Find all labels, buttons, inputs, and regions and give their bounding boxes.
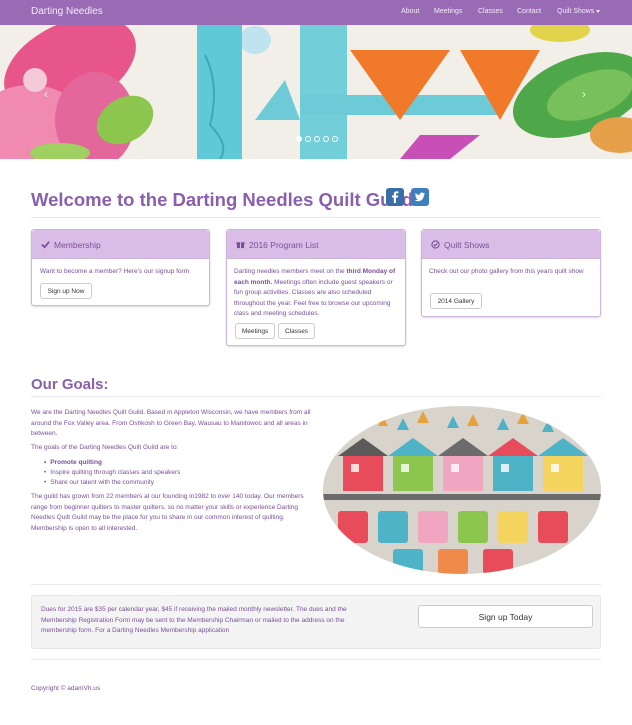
carousel-indicator[interactable] — [305, 136, 311, 142]
gallery-2014-button[interactable]: 2014 Gallery — [430, 293, 482, 309]
program-panel: 2016 Program List Darting needles member… — [226, 229, 406, 346]
membership-panel: Membership Want to become a member? Here… — [31, 229, 210, 306]
page-title: Welcome to the Darting Needles Quilt Gui… — [31, 189, 414, 210]
twitter-icon[interactable] — [411, 188, 429, 206]
panel-body-text: Check out our photo gallery from this ye… — [429, 268, 584, 275]
goals-heading: Our Goals: — [31, 376, 109, 393]
check-icon — [41, 241, 50, 249]
panel-heading: Quilt Shows — [422, 230, 600, 259]
dues-well: Dues for 2015 are $35 per calendar year,… — [31, 595, 601, 649]
classes-button[interactable]: Classes — [278, 323, 315, 339]
carousel-next-icon[interactable]: › — [582, 87, 586, 101]
goals-growth-text: The guild has grown from 22 members at o… — [31, 493, 304, 532]
divider — [31, 584, 601, 585]
panel-heading: Membership — [32, 230, 209, 259]
goals-list-intro: The goals of the Darting Needles Quilt G… — [31, 444, 179, 451]
houses-quilt-image — [323, 406, 601, 574]
nav-link-about[interactable]: About — [401, 8, 419, 15]
nav-dropdown-quilt-shows[interactable]: Quilt Shows — [557, 8, 601, 15]
dues-text: Dues for 2015 are $35 per calendar year,… — [41, 606, 347, 634]
panel-body-text: Want to become a member? Here's our sign… — [40, 268, 190, 275]
goals-intro-text: We are the Darting Needles Quilt Guild. … — [31, 409, 311, 437]
nav-link-contact[interactable]: Contact — [517, 8, 541, 15]
nav-dropdown-label: Quilt Shows — [557, 8, 595, 15]
caret-down-icon — [596, 9, 601, 13]
facebook-icon[interactable] — [386, 188, 404, 206]
gift-icon — [236, 242, 245, 249]
goals-list: Promote quilting Inspire quilting throug… — [44, 458, 180, 488]
divider — [31, 659, 601, 660]
carousel-indicator[interactable] — [314, 136, 320, 142]
nav-link-classes[interactable]: Classes — [478, 8, 503, 15]
meetings-button[interactable]: Meetings — [235, 323, 275, 339]
list-item: Promote quilting — [44, 458, 180, 468]
brand-link[interactable]: Darting Needles — [31, 6, 103, 17]
navbar: Darting Needles About Meetings Classes C… — [0, 0, 632, 25]
list-item: Share our talent with the community — [44, 478, 180, 488]
carousel-indicator[interactable] — [296, 136, 302, 142]
divider — [31, 217, 601, 218]
panel-title: Membership — [54, 240, 101, 250]
carousel-prev-icon[interactable]: ‹ — [44, 87, 48, 101]
divider — [31, 396, 601, 397]
panel-body-text: Darting needles members meet on the thir… — [234, 267, 401, 320]
sign-up-today-button[interactable]: Sign up Today — [418, 605, 593, 628]
footer-copyright: Copyright © adamVh.us — [31, 685, 101, 692]
check-circle-icon — [431, 240, 440, 249]
quilt-shows-panel: Quilt Shows Check out our photo gallery … — [421, 229, 601, 317]
sign-up-now-button[interactable]: Sign up Now — [40, 283, 92, 299]
carousel-indicator[interactable] — [323, 136, 329, 142]
carousel-indicator[interactable] — [332, 136, 338, 142]
panel-title: Quilt Shows — [444, 240, 490, 250]
carousel-indicators — [296, 136, 338, 142]
nav-link-meetings[interactable]: Meetings — [434, 8, 462, 15]
list-item: Inspire quilting through classes and spe… — [44, 468, 180, 478]
program-text-start: Darting needles members meet on the — [234, 268, 347, 275]
panel-title: 2016 Program List — [249, 240, 319, 250]
panel-heading: 2016 Program List — [227, 230, 405, 259]
